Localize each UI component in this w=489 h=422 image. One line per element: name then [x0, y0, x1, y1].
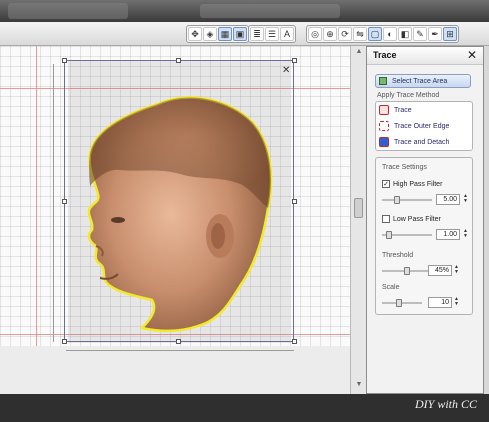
slider-knob[interactable] — [404, 267, 410, 275]
paint-icon[interactable]: ◈ — [203, 27, 217, 41]
scroll-up-icon[interactable]: ▲ — [353, 48, 365, 59]
resize-handle[interactable] — [292, 199, 297, 204]
resize-handle[interactable] — [62, 199, 67, 204]
slider-knob[interactable] — [386, 231, 392, 239]
window-edge — [484, 46, 489, 394]
flip-icon[interactable]: ⇋ — [353, 27, 367, 41]
trace-detach-icon — [379, 137, 389, 147]
color-fill-icon[interactable]: ◧ — [398, 27, 412, 41]
watermark-logo: DIY with CC — [415, 397, 478, 411]
select-area-icon — [379, 77, 387, 85]
toolbar-group-3: ◎ ⊕ ⟳ ⇋ ▢ ◐ ◧ ✎ ✒ ⊞ — [306, 25, 459, 43]
apply-trace-method-label: Apply Trace Method — [377, 92, 440, 99]
pencil-icon[interactable]: ✎ — [413, 27, 427, 41]
low-pass-slider[interactable] — [382, 231, 432, 239]
low-pass-checkbox[interactable] — [382, 215, 390, 223]
method-label: Trace — [394, 106, 412, 114]
main-toolbar: ✥ ◈ ▦ ▣ ≣ ☰ A ◎ ⊕ ⟳ ⇋ ▢ ◐ ◧ ✎ ✒ ⊞ — [0, 22, 489, 46]
low-pass-value[interactable]: 1.00 — [436, 229, 460, 240]
window-title-bar — [0, 0, 489, 22]
high-pass-checkbox[interactable]: ✓ — [382, 180, 390, 188]
width-dimension-line — [66, 350, 294, 351]
threshold-value[interactable]: 45% — [428, 265, 452, 276]
canvas-margin — [0, 346, 350, 394]
method-label: Trace and Detach — [394, 138, 450, 146]
pen-icon[interactable]: ✒ — [428, 27, 442, 41]
spin-arrows-icon[interactable]: ▲ ▼ — [463, 194, 468, 204]
scale-value[interactable]: 10 — [428, 297, 452, 308]
spin-arrows-icon[interactable]: ▲ ▼ — [454, 297, 459, 307]
resize-handle[interactable] — [176, 339, 181, 344]
high-pass-row: ✓ High Pass Filter — [382, 180, 442, 188]
low-pass-row: Low Pass Filter — [382, 215, 441, 223]
trace-icon[interactable]: ▢ — [368, 27, 382, 41]
resize-handle[interactable] — [62, 339, 67, 344]
trace-icon — [379, 105, 389, 115]
align-icon[interactable]: ☰ — [265, 27, 279, 41]
spin-arrows-icon[interactable]: ▲ ▼ — [454, 265, 459, 275]
resize-handle[interactable] — [176, 58, 181, 63]
threshold-slider[interactable] — [382, 267, 432, 275]
high-pass-value[interactable]: 5.00 — [436, 194, 460, 205]
high-pass-slider[interactable] — [382, 196, 432, 204]
move-icon[interactable]: ✥ — [188, 27, 202, 41]
resize-handle[interactable] — [292, 339, 297, 344]
high-pass-label: High Pass Filter — [393, 180, 443, 188]
trace-outer-edge-icon — [379, 121, 389, 131]
vertical-scrollbar[interactable]: ▲ ▼ — [350, 46, 366, 394]
trace-settings-box: Trace Settings ✓ High Pass Filter 5.00 ▲… — [375, 157, 473, 315]
trace-panel: Trace ✕ Select Trace Area Apply Trace Me… — [366, 46, 484, 394]
slider-knob[interactable] — [396, 299, 402, 307]
weld-icon[interactable]: ◎ — [308, 27, 322, 41]
method-label: Trace Outer Edge — [394, 122, 450, 130]
scroll-down-icon[interactable]: ▼ — [353, 381, 365, 392]
height-dimension-line — [53, 64, 54, 342]
baby-head-image[interactable] — [80, 96, 280, 336]
close-icon[interactable]: ✕ — [282, 65, 290, 76]
image-effects-icon[interactable]: ◐ — [383, 27, 397, 41]
text-tool-icon[interactable]: A — [280, 27, 294, 41]
trace-method-outer-edge[interactable]: Trace Outer Edge — [376, 118, 472, 134]
low-pass-label: Low Pass Filter — [393, 215, 441, 223]
select-trace-area-label: Select Trace Area — [392, 77, 448, 85]
trace-method-list: Trace Trace Outer Edge Trace and Detach — [375, 101, 473, 151]
resize-handle[interactable] — [292, 58, 297, 63]
title-bar-blur — [200, 4, 340, 18]
transform-icon[interactable]: ⊕ — [323, 27, 337, 41]
resize-handle[interactable] — [62, 58, 67, 63]
spin-arrows-icon[interactable]: ▲ ▼ — [463, 229, 468, 239]
layers-icon[interactable]: ≣ — [250, 27, 264, 41]
title-bar-blur — [8, 3, 128, 19]
toolbar-group-2: ≣ ☰ A — [248, 25, 296, 43]
slider-knob[interactable] — [394, 196, 400, 204]
scale-slider[interactable] — [382, 299, 422, 307]
trace-panel-header: Trace ✕ — [367, 47, 483, 65]
design-canvas[interactable]: ✕ — [0, 46, 350, 394]
toolbar-group-1: ✥ ◈ ▦ ▣ — [186, 25, 249, 43]
scale-label: Scale — [382, 284, 400, 291]
close-icon[interactable]: ✕ — [467, 48, 477, 62]
rotate-icon[interactable]: ⟳ — [338, 27, 352, 41]
panel-title: Trace — [373, 50, 397, 60]
threshold-label: Threshold — [382, 252, 414, 259]
grid-icon[interactable]: ▦ — [218, 27, 232, 41]
trace-settings-title: Trace Settings — [382, 164, 427, 171]
image-icon[interactable]: ▣ — [233, 27, 247, 41]
trace-method-trace[interactable]: Trace — [376, 102, 472, 118]
grid-toggle-icon[interactable]: ⊞ — [443, 27, 457, 41]
margin-guide — [36, 46, 37, 346]
scroll-thumb[interactable] — [354, 198, 363, 218]
select-trace-area-button[interactable]: Select Trace Area — [375, 74, 471, 88]
trace-method-detach[interactable]: Trace and Detach — [376, 134, 472, 150]
